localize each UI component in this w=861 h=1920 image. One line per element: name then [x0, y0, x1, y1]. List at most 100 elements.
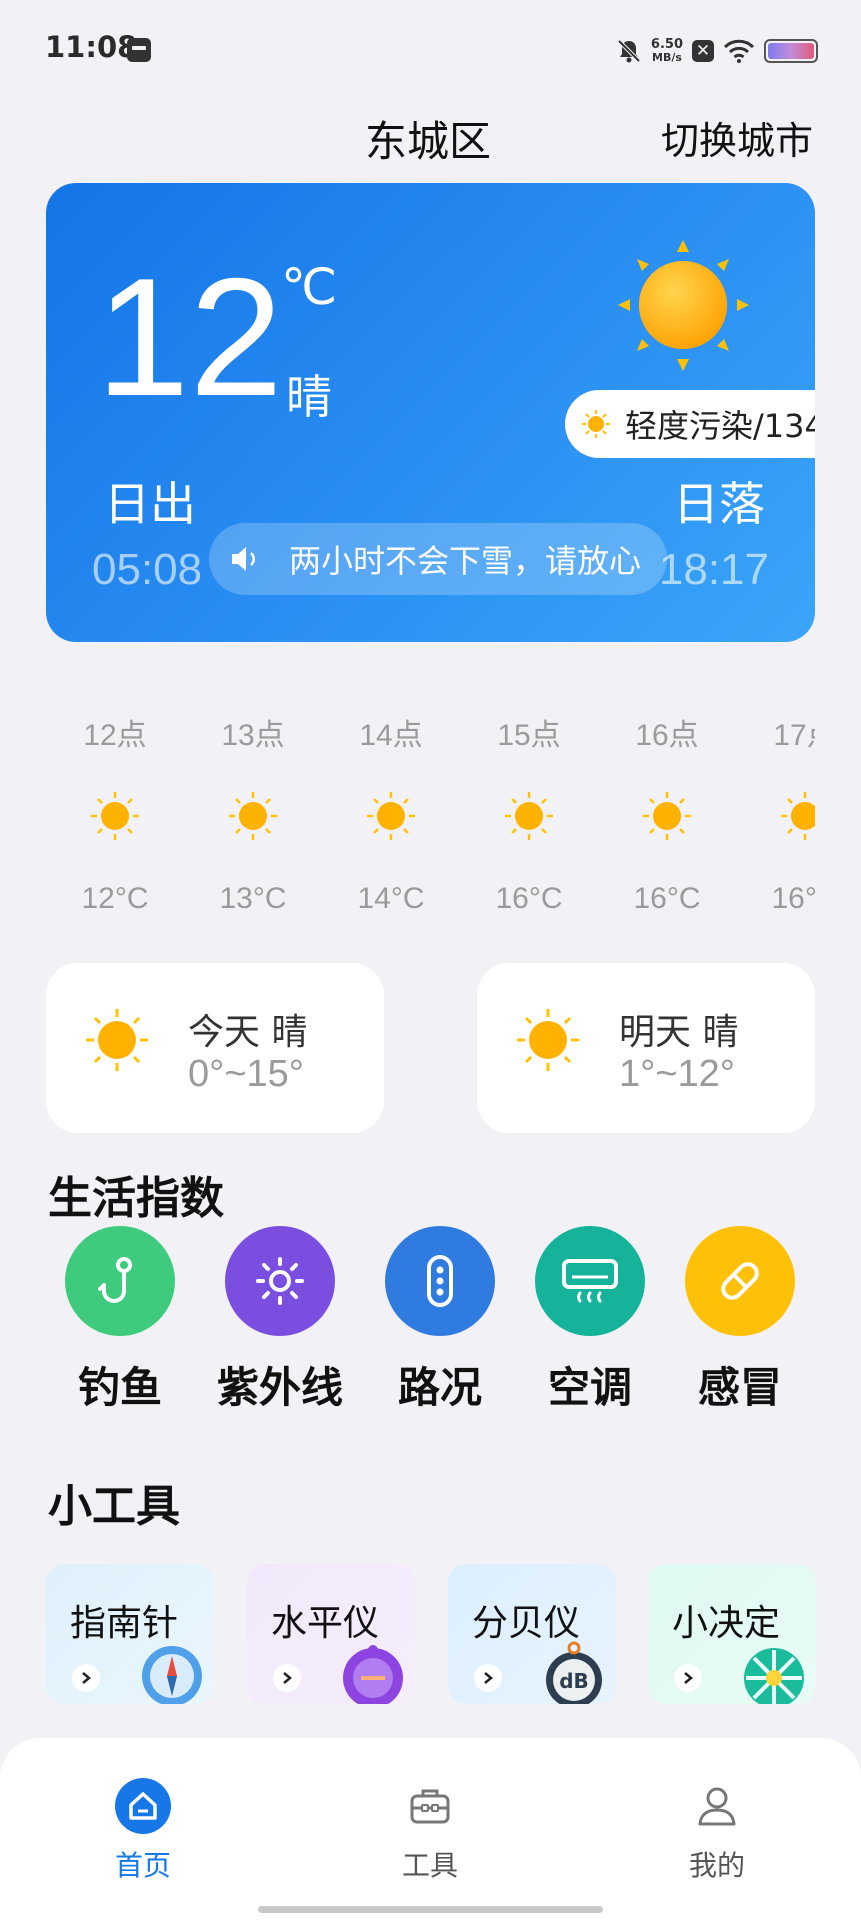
hour-time: 17点: [773, 719, 815, 752]
mute-bell-icon: [617, 39, 641, 63]
nav-label: 工具: [401, 1849, 458, 1882]
voice-broadcast-text: 两小时不会下雪，请放心: [289, 542, 642, 580]
air-quality-text: 轻度污染/134: [625, 407, 815, 445]
switch-city-button[interactable]: 切换城市: [661, 110, 813, 165]
svg-text:dB: dB: [559, 1669, 589, 1693]
chevron-right-icon: [474, 1664, 502, 1692]
sun-icon: [86, 1009, 148, 1071]
level-icon: [343, 1645, 403, 1704]
tool-label: 水平仪: [271, 1603, 380, 1644]
tool-label: 分贝仪: [472, 1603, 581, 1644]
hourly-item: 16点 16°C: [598, 710, 736, 916]
nav-profile[interactable]: 我的: [647, 1778, 787, 1884]
voice-broadcast-banner[interactable]: 两小时不会下雪，请放心: [209, 523, 667, 595]
sunrise-time: 05:08: [92, 545, 203, 594]
life-index-cold[interactable]: 感冒: [670, 1226, 810, 1415]
wifi-icon: [723, 39, 755, 63]
hour-temp: 14°C: [357, 882, 425, 915]
life-index-label: 钓鱼: [77, 1363, 162, 1412]
hour-time: 14点: [359, 719, 423, 752]
tool-label: 指南针: [70, 1603, 179, 1644]
day-title: 明天 晴: [619, 1012, 739, 1053]
hour-time: 15点: [497, 719, 561, 752]
uv-sun-icon: [225, 1226, 335, 1336]
chevron-right-icon: [72, 1664, 100, 1692]
decibel-meter-icon: dB: [546, 1641, 602, 1704]
life-index-air-conditioner[interactable]: 空调: [520, 1226, 660, 1415]
sunrise-label: 日出: [104, 477, 196, 531]
sunset-label: 日落: [673, 477, 765, 531]
hourly-item: 12点 12°C: [46, 710, 184, 916]
life-index-label: 感冒: [697, 1363, 782, 1412]
sunset-time: 18:17: [658, 545, 769, 594]
sun-icon: [517, 1009, 579, 1071]
hour-temp: 16°C: [495, 882, 563, 915]
today-forecast-card[interactable]: 今天 晴 0°~15°: [46, 963, 384, 1133]
speaker-icon: [232, 547, 255, 571]
day-temp-range: 1°~12°: [619, 1053, 735, 1095]
home-indicator[interactable]: [258, 1906, 603, 1913]
life-index-label: 空调: [547, 1363, 632, 1412]
decision-wheel-icon: [744, 1648, 804, 1704]
tool-level[interactable]: 水平仪: [247, 1564, 415, 1704]
temperature-unit: ℃: [281, 258, 338, 316]
hour-time: 12点: [83, 719, 147, 752]
hourly-forecast[interactable]: 12点 12°C 13点 13°C 14点 14°C 15点 16°C 16点 …: [46, 710, 815, 920]
compass-icon: [142, 1646, 202, 1704]
status-indicators: 6.50 MB/s ✕: [616, 34, 818, 68]
hourly-item: 15点 16°C: [460, 710, 598, 916]
home-icon: [115, 1778, 171, 1834]
status-time: 11:08: [45, 30, 138, 64]
tomorrow-forecast-card[interactable]: 明天 晴 1°~12°: [477, 963, 815, 1133]
hour-time: 13点: [221, 719, 285, 752]
sun-icon: [229, 792, 277, 840]
tool-decibel[interactable]: 分贝仪 dB: [448, 1564, 616, 1704]
weather-card[interactable]: 12 ℃ 晴 轻度污染/134 日出 日落 05:08 18:17 两小时不会下…: [46, 183, 815, 642]
nav-tools[interactable]: 工具: [360, 1778, 500, 1884]
notification-app-icon: [127, 38, 151, 62]
hour-temp: 13°C: [219, 882, 287, 915]
air-conditioner-icon: [535, 1226, 645, 1336]
sun-icon: [781, 792, 815, 840]
tool-label: 小决定: [672, 1603, 781, 1644]
life-index-title: 生活指数: [48, 1173, 224, 1224]
hourly-item: 14点 14°C: [322, 710, 460, 916]
sun-icon: [505, 792, 553, 840]
tool-compass[interactable]: 指南针: [46, 1564, 214, 1704]
life-index-label: 紫外线: [216, 1363, 343, 1412]
air-quality-badge[interactable]: 轻度污染/134: [565, 390, 815, 458]
current-temperature: 12: [96, 243, 283, 431]
nav-label: 首页: [114, 1849, 171, 1882]
day-title: 今天 晴: [188, 1012, 308, 1053]
person-icon: [689, 1778, 745, 1834]
life-index-traffic[interactable]: 路况: [370, 1226, 510, 1415]
nav-home[interactable]: 首页: [73, 1778, 213, 1884]
day-temp-range: 0°~15°: [188, 1053, 304, 1095]
sun-icon: [367, 792, 415, 840]
sun-icon: [643, 792, 691, 840]
hour-temp: 12°C: [81, 882, 149, 915]
sun-icon: [618, 240, 749, 371]
tool-decision[interactable]: 小决定: [648, 1564, 816, 1704]
hour-temp: 16°C: [633, 882, 701, 915]
hourly-item: 13点 13°C: [184, 710, 322, 916]
small-sun-icon: [582, 410, 610, 438]
nav-label: 我的: [688, 1849, 745, 1882]
bottom-navigation: 首页 工具 我的: [0, 1738, 861, 1920]
traffic-light-icon: [385, 1226, 495, 1336]
life-index-uv[interactable]: 紫外线: [210, 1226, 350, 1415]
battery-icon: [764, 39, 818, 63]
life-index-fishing[interactable]: 钓鱼: [50, 1226, 190, 1415]
sun-icon: [91, 792, 139, 840]
city-name: 东城区: [365, 117, 492, 166]
weather-condition: 晴: [286, 370, 332, 424]
toolbox-icon: [402, 1778, 458, 1834]
chevron-right-icon: [674, 1664, 702, 1692]
pill-icon: [685, 1226, 795, 1336]
x-app-icon: ✕: [692, 40, 714, 62]
hour-temp: 16°C: [771, 882, 815, 915]
life-index-label: 路况: [397, 1363, 482, 1412]
network-speed: 6.50 MB/s: [650, 37, 683, 64]
tools-title: 小工具: [48, 1481, 180, 1532]
hourly-item: 17点 16°C: [736, 710, 815, 916]
